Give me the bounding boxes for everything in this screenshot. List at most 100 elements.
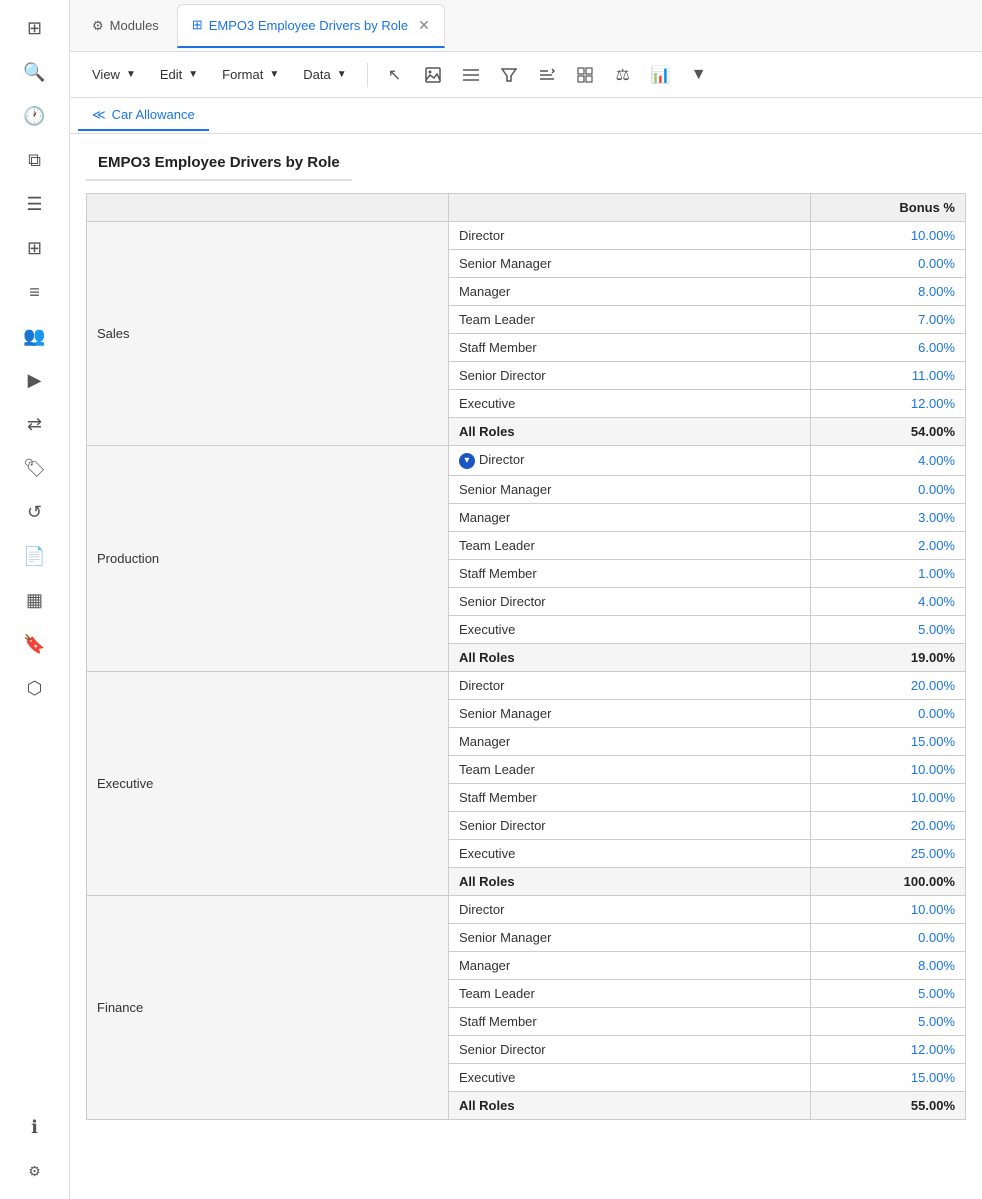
doc-nav-icon[interactable]: 📄 bbox=[15, 536, 55, 576]
list-nav-icon[interactable]: ☰ bbox=[15, 184, 55, 224]
grid-button[interactable] bbox=[568, 59, 602, 91]
copy-nav-icon[interactable]: ⧉ bbox=[15, 140, 55, 180]
value-cell: 25.00% bbox=[810, 839, 965, 867]
sidebar: ⊞ 🔍 🕐 ⧉ ☰ ⊞ ≡ 👥 ▶ ⇄ 🏷 ↺ 📄 ▦ 🔖 ⬡ ℹ ⚙ bbox=[0, 0, 70, 1199]
data-table: Bonus % SalesDirector10.00%Senior Manage… bbox=[86, 193, 966, 1120]
value-cell: 5.00% bbox=[810, 615, 965, 643]
role-cell: Staff Member bbox=[448, 334, 810, 362]
value-cell: 10.00% bbox=[810, 222, 965, 250]
role-cell: Manager bbox=[448, 951, 810, 979]
role-cell: Manager bbox=[448, 278, 810, 306]
tag-nav-icon[interactable]: 🏷 bbox=[15, 448, 55, 488]
sort-button[interactable] bbox=[530, 59, 564, 91]
active-tab[interactable]: ⊞ EMPO3 Employee Drivers by Role ✕ bbox=[177, 4, 445, 48]
history-nav-icon[interactable]: ↺ bbox=[15, 492, 55, 532]
role-cell: Executive bbox=[448, 839, 810, 867]
clock-nav-icon[interactable]: 🕐 bbox=[15, 96, 55, 136]
role-cell: Director bbox=[448, 222, 810, 250]
filter-rows-button[interactable] bbox=[454, 59, 488, 91]
value-cell: 0.00% bbox=[810, 699, 965, 727]
role-cell: Director bbox=[448, 895, 810, 923]
role-cell: Senior Director bbox=[448, 587, 810, 615]
value-cell: 11.00% bbox=[810, 362, 965, 390]
share-nav-icon[interactable]: ⇄ bbox=[15, 404, 55, 444]
total-value: 55.00% bbox=[810, 1091, 965, 1119]
chart-button[interactable]: 📊 bbox=[644, 59, 678, 91]
role-cell: Team Leader bbox=[448, 755, 810, 783]
filter-nav-icon[interactable]: ⚙ bbox=[15, 1151, 55, 1191]
total-label: All Roles bbox=[448, 867, 810, 895]
role-cell: Team Leader bbox=[448, 979, 810, 1007]
role-cell: Manager bbox=[448, 727, 810, 755]
value-cell: 20.00% bbox=[810, 671, 965, 699]
role-cell: ▾Director bbox=[448, 446, 810, 476]
expand-icon[interactable]: ▾ bbox=[459, 453, 475, 469]
value-cell: 8.00% bbox=[810, 951, 965, 979]
group-label: Sales bbox=[87, 222, 449, 446]
value-cell: 0.00% bbox=[810, 923, 965, 951]
role-cell: Executive bbox=[448, 615, 810, 643]
value-cell: 2.00% bbox=[810, 531, 965, 559]
role-cell: Senior Director bbox=[448, 811, 810, 839]
role-cell: Director bbox=[448, 671, 810, 699]
lines-nav-icon[interactable]: ≡ bbox=[15, 272, 55, 312]
table-row: FinanceDirector10.00% bbox=[87, 895, 966, 923]
active-tab-icon: ⊞ bbox=[192, 17, 203, 33]
modules-tab[interactable]: ⚙ Modules bbox=[78, 4, 173, 48]
bookmark-nav-icon[interactable]: 🔖 bbox=[15, 624, 55, 664]
value-cell: 12.00% bbox=[810, 390, 965, 418]
filter-funnel-button[interactable] bbox=[492, 59, 526, 91]
view-label: View bbox=[92, 67, 120, 82]
value-cell: 10.00% bbox=[810, 895, 965, 923]
value-cell: 3.00% bbox=[810, 503, 965, 531]
role-cell: Team Leader bbox=[448, 531, 810, 559]
total-value: 54.00% bbox=[810, 418, 965, 446]
edit-label: Edit bbox=[160, 67, 182, 82]
toolbar: View ▼ Edit ▼ Format ▼ Data ▼ ↖ bbox=[70, 52, 982, 98]
content-area: EMPO3 Employee Drivers by Role Bonus % S… bbox=[70, 134, 982, 1199]
active-tab-label: EMPO3 Employee Drivers by Role bbox=[209, 18, 408, 33]
modules-nav-icon[interactable]: ⊞ bbox=[15, 8, 55, 48]
role-cell: Senior Manager bbox=[448, 923, 810, 951]
modules-tab-icon: ⚙ bbox=[92, 18, 104, 34]
main-content: ⚙ Modules ⊞ EMPO3 Employee Drivers by Ro… bbox=[70, 0, 982, 1199]
view-title: EMPO3 Employee Drivers by Role bbox=[86, 146, 352, 181]
role-cell: Senior Manager bbox=[448, 699, 810, 727]
sheet-tab-icon: ≪ bbox=[92, 107, 106, 123]
chart-dropdown-button[interactable]: ▼ bbox=[682, 59, 716, 91]
role-cell: Executive bbox=[448, 1063, 810, 1091]
value-cell: 5.00% bbox=[810, 979, 965, 1007]
info-nav-icon[interactable]: ℹ bbox=[15, 1107, 55, 1147]
format-menu-button[interactable]: Format ▼ bbox=[212, 62, 289, 87]
users-nav-icon[interactable]: 👥 bbox=[15, 316, 55, 356]
tab-close-button[interactable]: ✕ bbox=[418, 18, 430, 32]
play-nav-icon[interactable]: ▶ bbox=[15, 360, 55, 400]
cursor-tool-button[interactable]: ↖ bbox=[378, 59, 412, 91]
total-label: All Roles bbox=[448, 1091, 810, 1119]
value-cell: 4.00% bbox=[810, 446, 965, 476]
image-tool-button[interactable] bbox=[416, 59, 450, 91]
value-cell: 0.00% bbox=[810, 475, 965, 503]
value-cell: 8.00% bbox=[810, 278, 965, 306]
value-cell: 15.00% bbox=[810, 1063, 965, 1091]
edit-menu-button[interactable]: Edit ▼ bbox=[150, 62, 208, 87]
group-label: Production bbox=[87, 446, 449, 672]
value-cell: 10.00% bbox=[810, 783, 965, 811]
layout-nav-icon[interactable]: ▦ bbox=[15, 580, 55, 620]
value-cell: 1.00% bbox=[810, 559, 965, 587]
view-menu-button[interactable]: View ▼ bbox=[82, 62, 146, 87]
role-cell: Senior Manager bbox=[448, 250, 810, 278]
car-allowance-tab[interactable]: ≪ Car Allowance bbox=[78, 101, 209, 131]
role-cell: Manager bbox=[448, 503, 810, 531]
value-cell: 4.00% bbox=[810, 587, 965, 615]
header-blank2 bbox=[448, 194, 810, 222]
value-cell: 12.00% bbox=[810, 1035, 965, 1063]
value-cell: 5.00% bbox=[810, 1007, 965, 1035]
search-nav-icon[interactable]: 🔍 bbox=[15, 52, 55, 92]
flow-nav-icon[interactable]: ⬡ bbox=[15, 668, 55, 708]
balance-button[interactable]: ⚖ bbox=[606, 59, 640, 91]
table-nav-icon[interactable]: ⊞ bbox=[15, 228, 55, 268]
tab-bar: ⚙ Modules ⊞ EMPO3 Employee Drivers by Ro… bbox=[70, 0, 982, 52]
data-menu-button[interactable]: Data ▼ bbox=[293, 62, 356, 87]
view-chevron-icon: ▼ bbox=[126, 69, 136, 80]
